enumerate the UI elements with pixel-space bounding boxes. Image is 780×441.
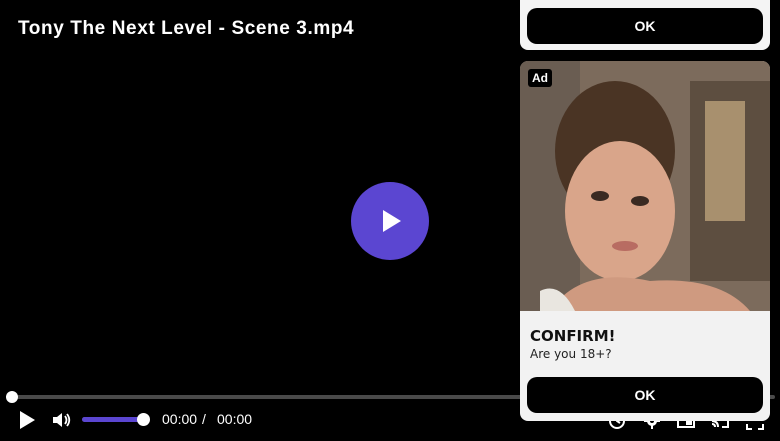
photo-icon: [520, 61, 770, 311]
ad-image[interactable]: Ad: [520, 61, 770, 311]
duration-time: 00:00: [217, 411, 253, 427]
ad-card[interactable]: Ad CONFIRM! Are you 18+? OK: [520, 61, 770, 421]
ok-button[interactable]: OK: [527, 8, 763, 44]
current-time: 00:00: [162, 411, 198, 427]
mute-button[interactable]: [52, 411, 72, 429]
ad-card-top: OK: [520, 0, 770, 50]
play-icon: [20, 411, 35, 429]
ad-body: Are you 18+?: [530, 347, 612, 361]
volume-icon: [53, 413, 71, 427]
play-button[interactable]: [17, 410, 37, 430]
volume-slider[interactable]: [82, 417, 144, 422]
ad-headline: CONFIRM!: [530, 327, 616, 345]
video-title: Tony The Next Level - Scene 3.mp4: [18, 18, 355, 39]
time-separator: /: [202, 411, 206, 427]
play-icon: [383, 210, 401, 232]
volume-handle[interactable]: [137, 413, 150, 426]
ok-button[interactable]: OK: [527, 377, 763, 413]
progress-handle[interactable]: [6, 391, 18, 403]
big-play-button[interactable]: [351, 182, 429, 260]
volume-fill: [82, 417, 144, 422]
ad-badge: Ad: [528, 69, 552, 87]
